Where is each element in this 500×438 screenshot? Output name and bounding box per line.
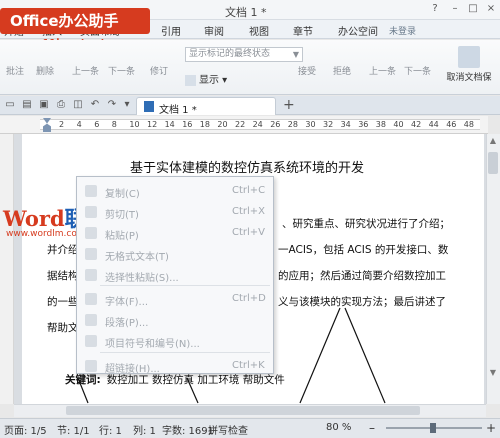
annotation-arrows <box>77 307 386 404</box>
arrow-line <box>186 377 199 404</box>
arrow-line <box>344 307 386 404</box>
arrow-line <box>299 307 341 404</box>
arrow-line <box>77 377 89 404</box>
